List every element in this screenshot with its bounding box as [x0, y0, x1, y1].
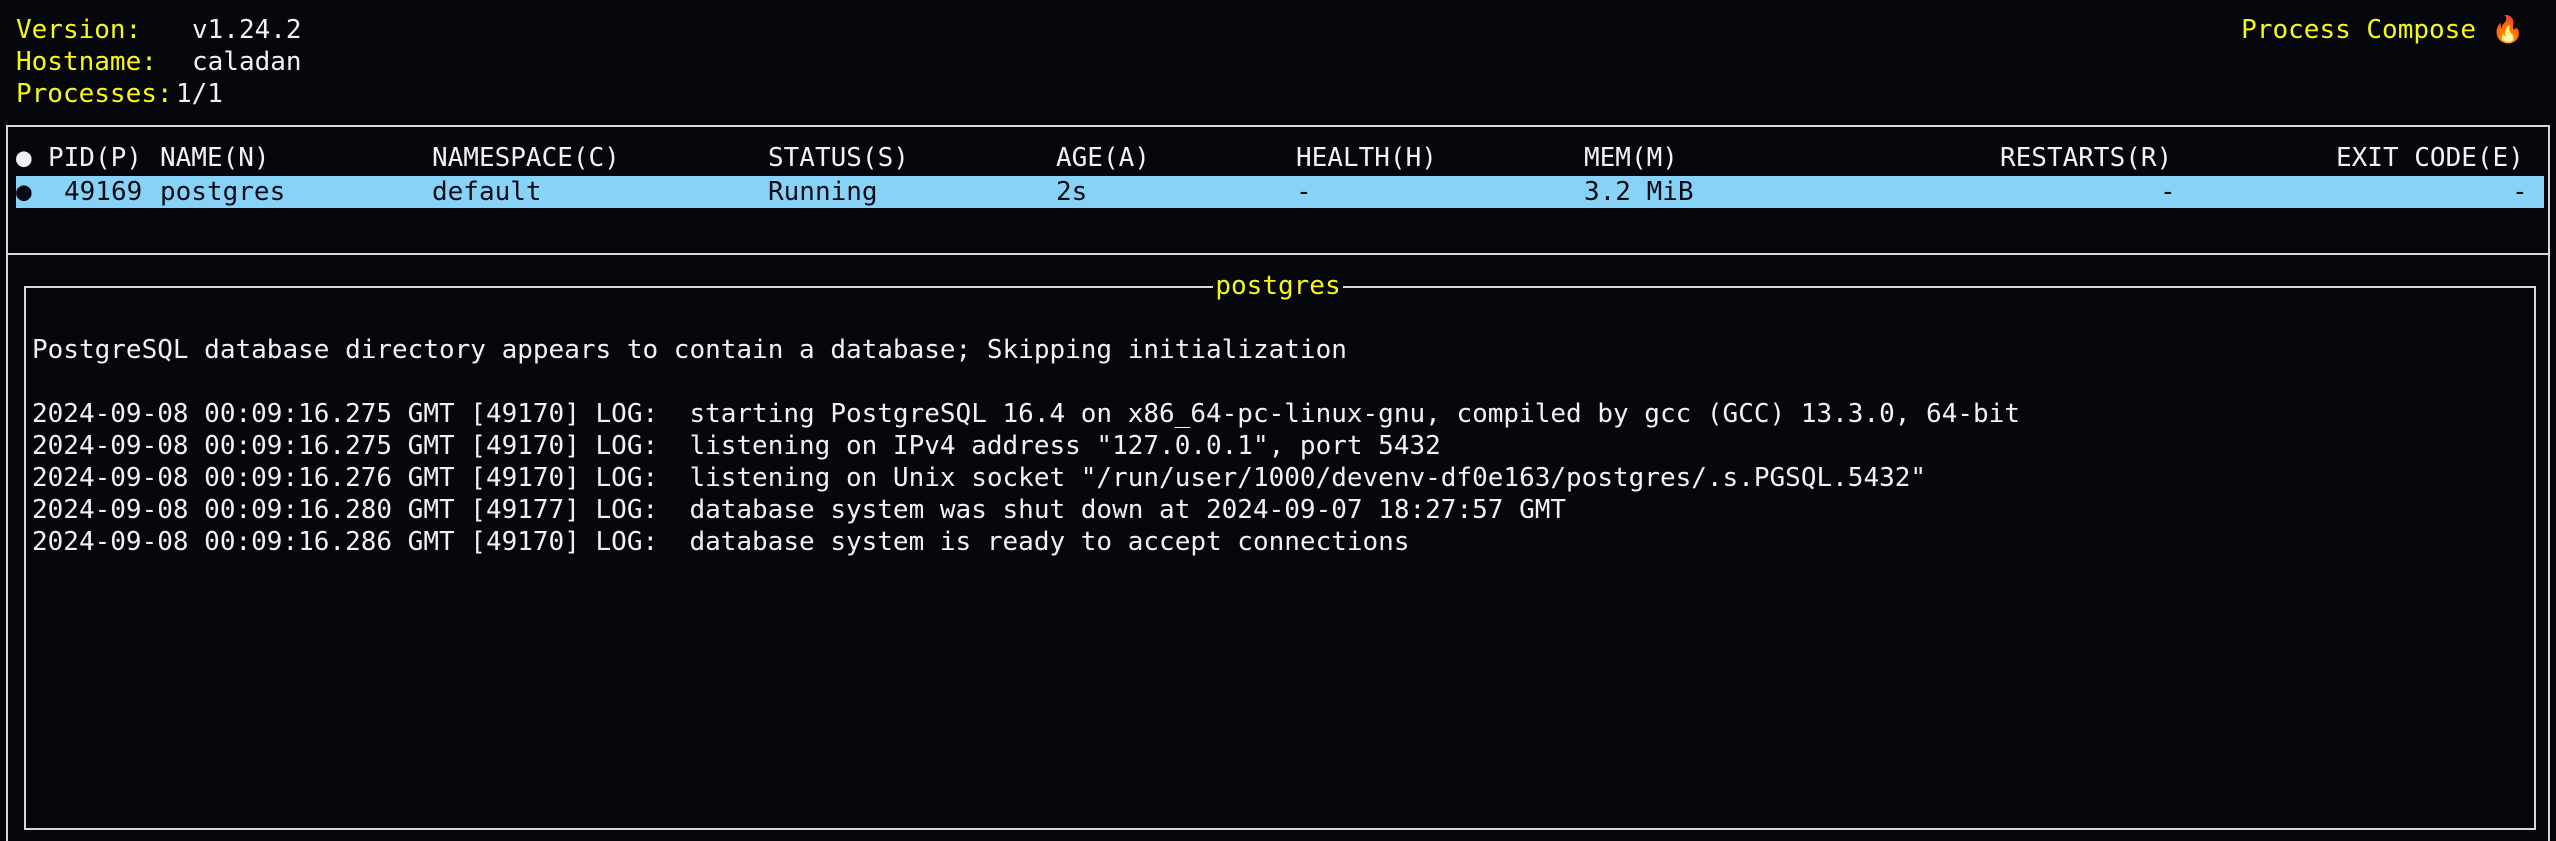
col-namespace[interactable]: NAMESPACE(C) — [432, 142, 620, 174]
log-pane[interactable] — [24, 286, 2536, 830]
log-pane-left-border — [6, 255, 8, 841]
row-exit-code: - — [2512, 177, 2528, 207]
row-bullet: ● — [16, 177, 32, 207]
log-pane-right-border — [2548, 255, 2550, 841]
row-age: 2s — [1056, 177, 1088, 207]
col-age[interactable]: AGE(A) — [1056, 142, 1150, 174]
log-line: PostgreSQL database directory appears to… — [32, 335, 1347, 365]
row-mem: 3.2 MiB — [1584, 177, 1694, 207]
row-health: - — [1296, 177, 1312, 207]
log-line: 2024-09-08 00:09:16.275 GMT [49170] LOG:… — [32, 399, 2020, 429]
version-value: v1.24.2 — [192, 15, 302, 45]
hostname-value: caladan — [192, 47, 302, 77]
log-line: 2024-09-08 00:09:16.275 GMT [49170] LOG:… — [32, 431, 1441, 461]
processes-value: 1/1 — [176, 79, 223, 109]
header-bullet: ● — [16, 143, 32, 173]
table-left-border — [6, 125, 8, 255]
log-line: 2024-09-08 00:09:16.280 GMT [49177] LOG:… — [32, 495, 1567, 525]
col-status[interactable]: STATUS(S) — [768, 142, 909, 174]
row-status: Running — [768, 177, 878, 207]
col-restarts[interactable]: RESTARTS(R) — [2000, 142, 2172, 174]
app-title: Process Compose 🔥 — [2241, 15, 2524, 45]
processes-label: Processes: — [16, 79, 173, 109]
row-restarts: - — [2160, 177, 2176, 207]
row-name: postgres — [160, 177, 286, 207]
hostname-label: Hostname: — [16, 47, 157, 77]
row-pid: 49169 — [64, 177, 143, 207]
version-label: Version: — [16, 15, 142, 45]
col-pid[interactable]: PID(P) — [48, 142, 142, 174]
col-exit-code[interactable]: EXIT CODE(E) — [2336, 142, 2524, 174]
table-bottom-border — [6, 253, 2550, 255]
log-line: 2024-09-08 00:09:16.286 GMT [49170] LOG:… — [32, 527, 1410, 557]
log-line: 2024-09-08 00:09:16.276 GMT [49170] LOG:… — [32, 463, 1927, 493]
row-namespace: default — [432, 177, 542, 207]
table-top-border — [6, 125, 2550, 127]
col-name[interactable]: NAME(N) — [160, 142, 270, 174]
col-health[interactable]: HEALTH(H) — [1296, 142, 1437, 174]
col-mem[interactable]: MEM(M) — [1584, 142, 1678, 174]
table-right-border — [2548, 125, 2550, 255]
